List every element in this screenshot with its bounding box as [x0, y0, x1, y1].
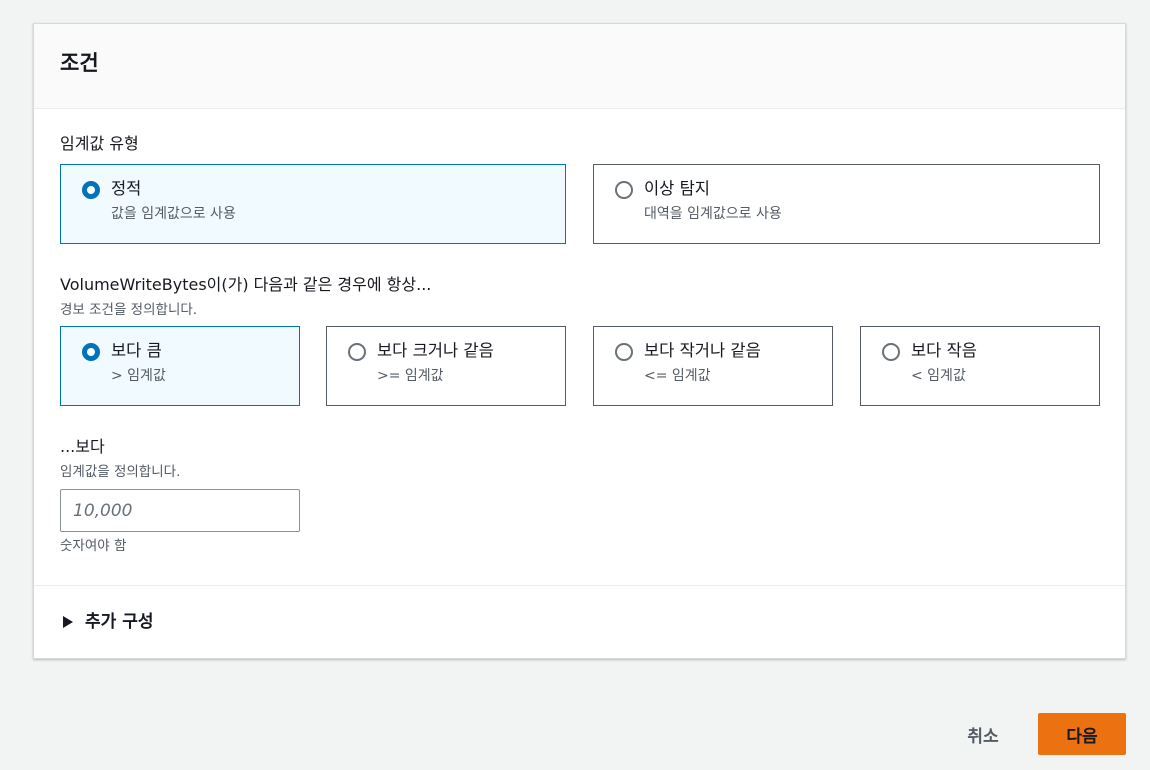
threshold-value-description: 임계값을 정의합니다. — [60, 464, 181, 480]
cancel-button[interactable]: 취소 — [948, 714, 1018, 754]
radio-unchecked-icon[interactable] — [882, 343, 900, 361]
tile-label: 이상 탐지 — [644, 179, 710, 198]
panel-title: 조건 — [60, 51, 99, 75]
next-button[interactable]: 다음 — [1038, 713, 1126, 755]
condition-label: VolumeWriteBytes이(가) 다음과 같은 경우에 항상... — [60, 275, 432, 294]
tile-description: 값을 임계값으로 사용 — [111, 206, 236, 222]
threshold-value-label: ...보다 — [60, 437, 105, 456]
tile-label: 보다 크거나 같음 — [377, 341, 494, 360]
radio-checked-icon[interactable] — [82, 181, 100, 199]
caret-right-icon[interactable] — [63, 616, 73, 628]
tile-description: < 임계값 — [911, 368, 966, 384]
condition-less-tile[interactable]: 보다 작음 < 임계값 — [860, 326, 1100, 406]
threshold-type-label: 임계값 유형 — [60, 134, 139, 153]
threshold-type-static-tile[interactable]: 정적 값을 임계값으로 사용 — [60, 164, 566, 244]
threshold-constraint-text: 숫자여야 함 — [60, 538, 127, 554]
divider — [34, 585, 1125, 586]
tile-label: 보다 작음 — [911, 341, 977, 360]
additional-config-expander[interactable]: 추가 구성 — [60, 610, 153, 634]
condition-description: 경보 조건을 정의합니다. — [60, 302, 198, 318]
tile-label: 보다 작거나 같음 — [644, 341, 761, 360]
panel-header: 조건 — [34, 24, 1125, 109]
radio-checked-icon[interactable] — [82, 343, 100, 361]
tile-description: > 임계값 — [111, 368, 166, 384]
tile-label: 정적 — [111, 179, 142, 198]
expander-label: 추가 구성 — [85, 612, 154, 632]
radio-unchecked-icon[interactable] — [348, 343, 366, 361]
condition-less-equal-tile[interactable]: 보다 작거나 같음 <= 임계값 — [593, 326, 833, 406]
threshold-value-input[interactable] — [60, 489, 300, 532]
tile-description: 대역을 임계값으로 사용 — [644, 206, 782, 222]
tile-description: >= 임계값 — [377, 368, 444, 384]
radio-unchecked-icon[interactable] — [615, 343, 633, 361]
conditions-panel: 조건 임계값 유형 정적 값을 임계값으로 사용 이상 탐지 대역을 임계값으로… — [33, 23, 1126, 659]
radio-unchecked-icon[interactable] — [615, 181, 633, 199]
tile-description: <= 임계값 — [644, 368, 711, 384]
condition-greater-tile[interactable]: 보다 큼 > 임계값 — [60, 326, 300, 406]
threshold-type-anomaly-tile[interactable]: 이상 탐지 대역을 임계값으로 사용 — [593, 164, 1100, 244]
condition-greater-equal-tile[interactable]: 보다 크거나 같음 >= 임계값 — [326, 326, 566, 406]
tile-label: 보다 큼 — [111, 341, 162, 360]
